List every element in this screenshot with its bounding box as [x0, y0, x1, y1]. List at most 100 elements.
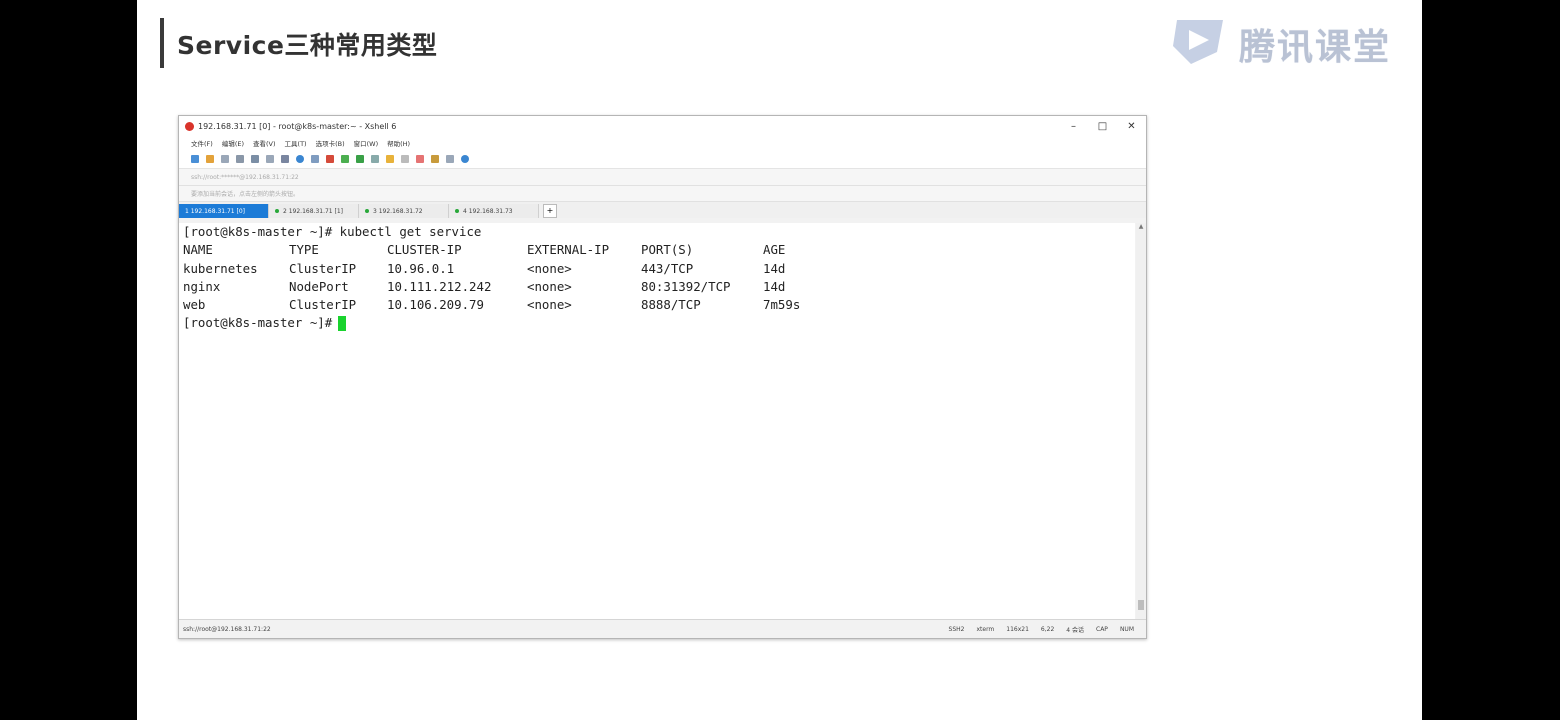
status-cursor-pos: 6,22: [1040, 625, 1055, 633]
session-tab-4[interactable]: 4 192.168.31.73: [449, 204, 539, 218]
menu-help[interactable]: 帮助(H): [387, 138, 410, 148]
link-icon[interactable]: [221, 155, 229, 163]
cell-age: 14d: [763, 278, 786, 294]
menu-edit[interactable]: 编辑(E): [222, 138, 244, 148]
cell-cluster-ip: 10.96.0.1: [387, 260, 455, 276]
close-button[interactable]: ✕: [1117, 121, 1146, 132]
header-cluster-ip: CLUSTER-IP: [387, 242, 462, 258]
header-type: TYPE: [289, 242, 319, 258]
prompt-line: [root@k8s-master ~]#: [179, 314, 1135, 332]
connected-dot-icon: [455, 209, 459, 213]
globe-icon[interactable]: [296, 155, 304, 163]
highlight-icon[interactable]: [416, 155, 424, 163]
header-ports: PORT(S): [641, 242, 694, 258]
tab-label: 1 192.168.31.71 [0]: [185, 207, 246, 215]
tab-label: 2 192.168.31.71 [1]: [283, 207, 344, 215]
session-tab-2[interactable]: 2 192.168.31.71 [1]: [269, 204, 359, 218]
status-protocol: SSH2: [948, 625, 965, 633]
cell-cluster-ip: 10.111.212.242: [387, 278, 492, 294]
status-sessions: 4 会话: [1066, 626, 1085, 634]
cell-age: 7m59s: [763, 297, 801, 313]
cell-name: kubernetes: [183, 260, 258, 276]
cell-name: web: [183, 297, 206, 313]
table-row: kubernetes ClusterIP 10.96.0.1 <none> 443/TC…: [179, 260, 1135, 278]
status-caps: CAP: [1096, 625, 1108, 633]
tab-label: 4 192.168.31.73: [463, 207, 513, 215]
session-note-text: 要添加当前会话，点击左侧的箭头按钮。: [191, 191, 300, 198]
tab-label: 3 192.168.31.72: [373, 207, 423, 215]
help-icon[interactable]: [461, 155, 469, 163]
new-session-icon[interactable]: [191, 155, 199, 163]
cell-external-ip: <none>: [527, 297, 572, 313]
cell-external-ip: <none>: [527, 260, 572, 276]
cell-ports: 8888/TCP: [641, 297, 701, 313]
cell-external-ip: <none>: [527, 278, 572, 294]
xshell-window: 192.168.31.71 [0] - root@k8s-master:~ - …: [178, 115, 1147, 639]
table-row: nginx NodePort 10.111.212.242 <none> 80:3139…: [179, 278, 1135, 296]
title-accent-bar: [160, 18, 164, 68]
menu-tools[interactable]: 工具(T): [285, 138, 307, 148]
menu-tabs[interactable]: 选项卡(B): [316, 138, 345, 148]
print-icon[interactable]: [281, 155, 289, 163]
cell-cluster-ip: 10.106.209.79: [387, 297, 484, 313]
cell-age: 14d: [763, 260, 786, 276]
window-titlebar: 192.168.31.71 [0] - root@k8s-master:~ - …: [179, 116, 1146, 136]
font-icon[interactable]: [311, 155, 319, 163]
cell-type: ClusterIP: [289, 260, 357, 276]
xftp-icon[interactable]: [326, 155, 334, 163]
table-header: NAME TYPE CLUSTER-IP EXTERNAL-IP PORT(S) AGE: [179, 241, 1135, 259]
session-tab-1[interactable]: 1 192.168.31.71 [0]: [179, 204, 269, 218]
cell-type: ClusterIP: [289, 297, 357, 313]
address-bar[interactable]: ssh://root:******@192.168.31.71:22: [179, 169, 1146, 186]
table-row: web ClusterIP 10.106.209.79 <none> 8888/TCP 7…: [179, 296, 1135, 314]
xshell-app-icon: [185, 121, 194, 131]
keyboard-icon[interactable]: [401, 155, 409, 163]
terminal-area[interactable]: [root@k8s-master ~]# kubectl get service…: [179, 223, 1135, 620]
disconnect-icon[interactable]: [236, 155, 244, 163]
compose-icon[interactable]: [431, 155, 439, 163]
play-logo-icon: [1173, 20, 1223, 64]
cell-name: nginx: [183, 278, 221, 294]
connected-dot-icon: [275, 209, 279, 213]
menu-file[interactable]: 文件(F): [191, 138, 213, 148]
slide-title: Service三种常用类型: [177, 31, 438, 60]
menu-view[interactable]: 查看(V): [253, 138, 276, 148]
scroll-up-arrow-icon[interactable]: ▲: [1136, 223, 1146, 233]
connected-dot-icon: [365, 209, 369, 213]
prompt-text: [root@k8s-master ~]#: [183, 315, 333, 331]
script-icon[interactable]: [341, 155, 349, 163]
cell-type: NodePort: [289, 278, 349, 294]
terminal-scrollbar[interactable]: ▲: [1136, 223, 1146, 620]
header-age: AGE: [763, 242, 786, 258]
add-tab-button[interactable]: +: [543, 204, 557, 218]
tencent-classroom-logo: 腾讯课堂: [1169, 12, 1399, 68]
open-folder-icon[interactable]: [206, 155, 214, 163]
session-tab-3[interactable]: 3 192.168.31.72: [359, 204, 449, 218]
cell-ports: 80:31392/TCP: [641, 278, 731, 294]
menubar: 文件(F) 编辑(E) 查看(V) 工具(T) 选项卡(B) 窗口(W) 帮助(…: [179, 136, 1146, 150]
transparency-icon[interactable]: [371, 155, 379, 163]
layout-icon[interactable]: [446, 155, 454, 163]
address-text: ssh://root:******@192.168.31.71:22: [191, 173, 299, 181]
session-tabbar: 1 192.168.31.71 [0] 2 192.168.31.71 [1] …: [179, 202, 1146, 218]
header-external-ip: EXTERNAL-IP: [527, 242, 610, 258]
menu-window[interactable]: 窗口(W): [354, 138, 379, 148]
search-icon[interactable]: [266, 155, 274, 163]
status-size: 116x21: [1006, 625, 1029, 633]
cell-ports: 443/TCP: [641, 260, 694, 276]
session-note-bar: 要添加当前会话，点击左侧的箭头按钮。: [179, 186, 1146, 202]
scrollbar-thumb[interactable]: [1138, 600, 1144, 610]
status-connection: ssh://root@192.168.31.71:22: [183, 625, 271, 633]
command-line: [root@k8s-master ~]# kubectl get service: [183, 224, 482, 239]
window-title: 192.168.31.71 [0] - root@k8s-master:~ - …: [198, 121, 397, 131]
minimize-button[interactable]: –: [1059, 121, 1088, 132]
fullscreen-icon[interactable]: [356, 155, 364, 163]
status-num: NUM: [1119, 625, 1134, 633]
logo-text: 腾讯课堂: [1239, 27, 1392, 68]
copy-icon[interactable]: [251, 155, 259, 163]
toolbar: [179, 150, 1146, 169]
status-bar: ssh://root@192.168.31.71:22 SSH2 xterm 1…: [179, 619, 1146, 638]
lock-icon[interactable]: [386, 155, 394, 163]
header-name: NAME: [183, 242, 213, 258]
maximize-button[interactable]: □: [1088, 121, 1117, 132]
